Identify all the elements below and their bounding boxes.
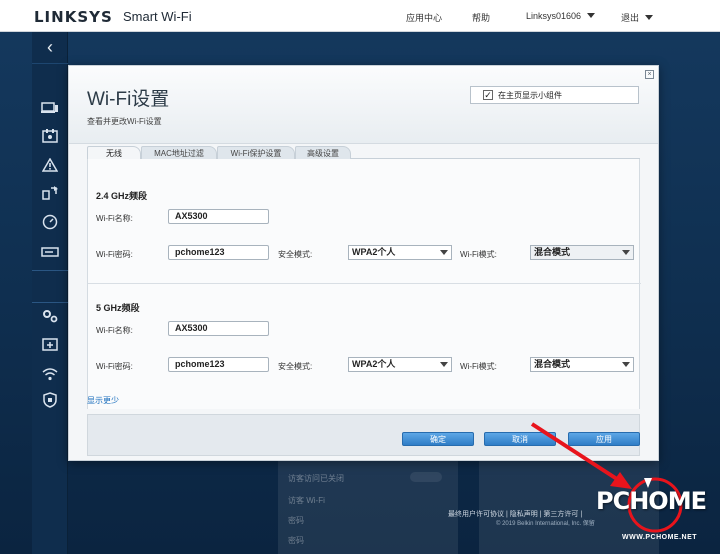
watermark-url: WWW.PCHOME.NET: [622, 534, 698, 541]
watermark-logo: PCHOME: [596, 487, 707, 515]
annotation-arrow: [530, 422, 622, 483]
annotation-overlay: [530, 422, 683, 533]
